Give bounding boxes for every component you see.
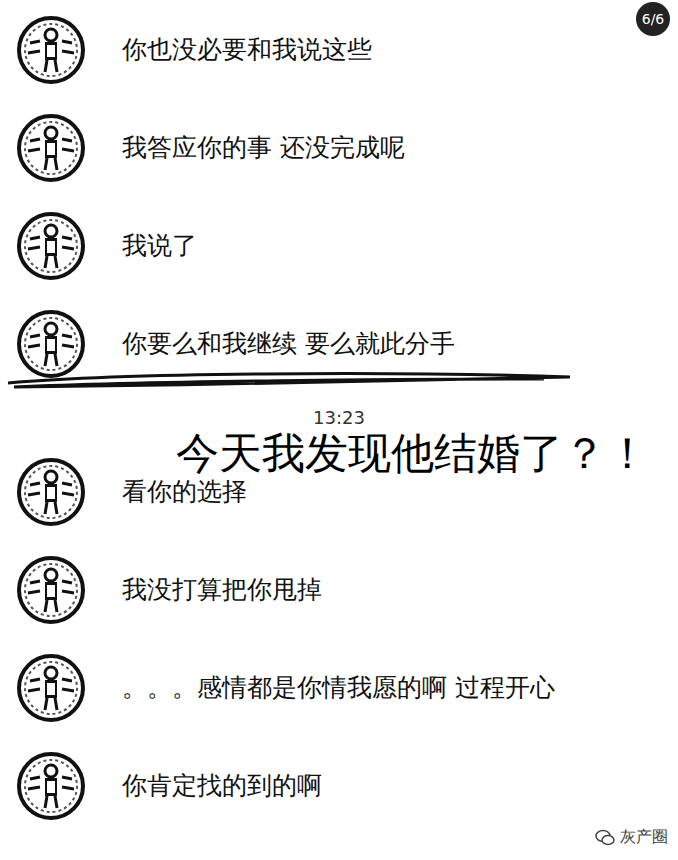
message-text: 我答应你的事 还没完成呢 — [122, 113, 405, 164]
overlay-caption: 今天我发现他结婚了？！ — [176, 432, 649, 475]
avatar-icon[interactable] — [16, 751, 86, 821]
message-text: 我说了 — [122, 211, 197, 262]
avatar-icon[interactable] — [16, 309, 86, 379]
message-text: 你肯定找的到的啊 — [122, 751, 322, 802]
chat-screen: 你也没必要和我说这些我答应你的事 还没完成呢我说了你要么和我继续 要么就此分手 1… — [0, 0, 678, 860]
message-row: 我没打算把你甩掉 — [0, 555, 678, 625]
watermark: 灰产圈 — [595, 827, 668, 848]
message-text: 。。。感情都是你情我愿的啊 过程开心 — [122, 653, 555, 704]
wechat-icon — [595, 829, 615, 847]
avatar-icon[interactable] — [16, 555, 86, 625]
underline-scribble-icon — [4, 369, 574, 391]
avatar-icon[interactable] — [16, 15, 86, 85]
message-row: 我答应你的事 还没完成呢 — [0, 113, 678, 183]
message-text: 我没打算把你甩掉 — [122, 555, 322, 606]
message-row: 。。。感情都是你情我愿的啊 过程开心 — [0, 653, 678, 723]
message-row: 你也没必要和我说这些 — [0, 15, 678, 85]
avatar-icon[interactable] — [16, 653, 86, 723]
timestamp: 13:23 — [0, 407, 678, 429]
page-badge: 6/6 — [636, 2, 670, 36]
avatar-icon[interactable] — [16, 457, 86, 527]
avatar-icon[interactable] — [16, 211, 86, 281]
chat-list: 你也没必要和我说这些我答应你的事 还没完成呢我说了你要么和我继续 要么就此分手 1… — [0, 0, 678, 821]
message-row: 你肯定找的到的啊 — [0, 751, 678, 821]
message-row: 你要么和我继续 要么就此分手 — [0, 309, 678, 379]
avatar-icon[interactable] — [16, 113, 86, 183]
message-text: 你也没必要和我说这些 — [122, 15, 372, 66]
message-row: 我说了 — [0, 211, 678, 281]
message-text: 你要么和我继续 要么就此分手 — [122, 309, 455, 360]
